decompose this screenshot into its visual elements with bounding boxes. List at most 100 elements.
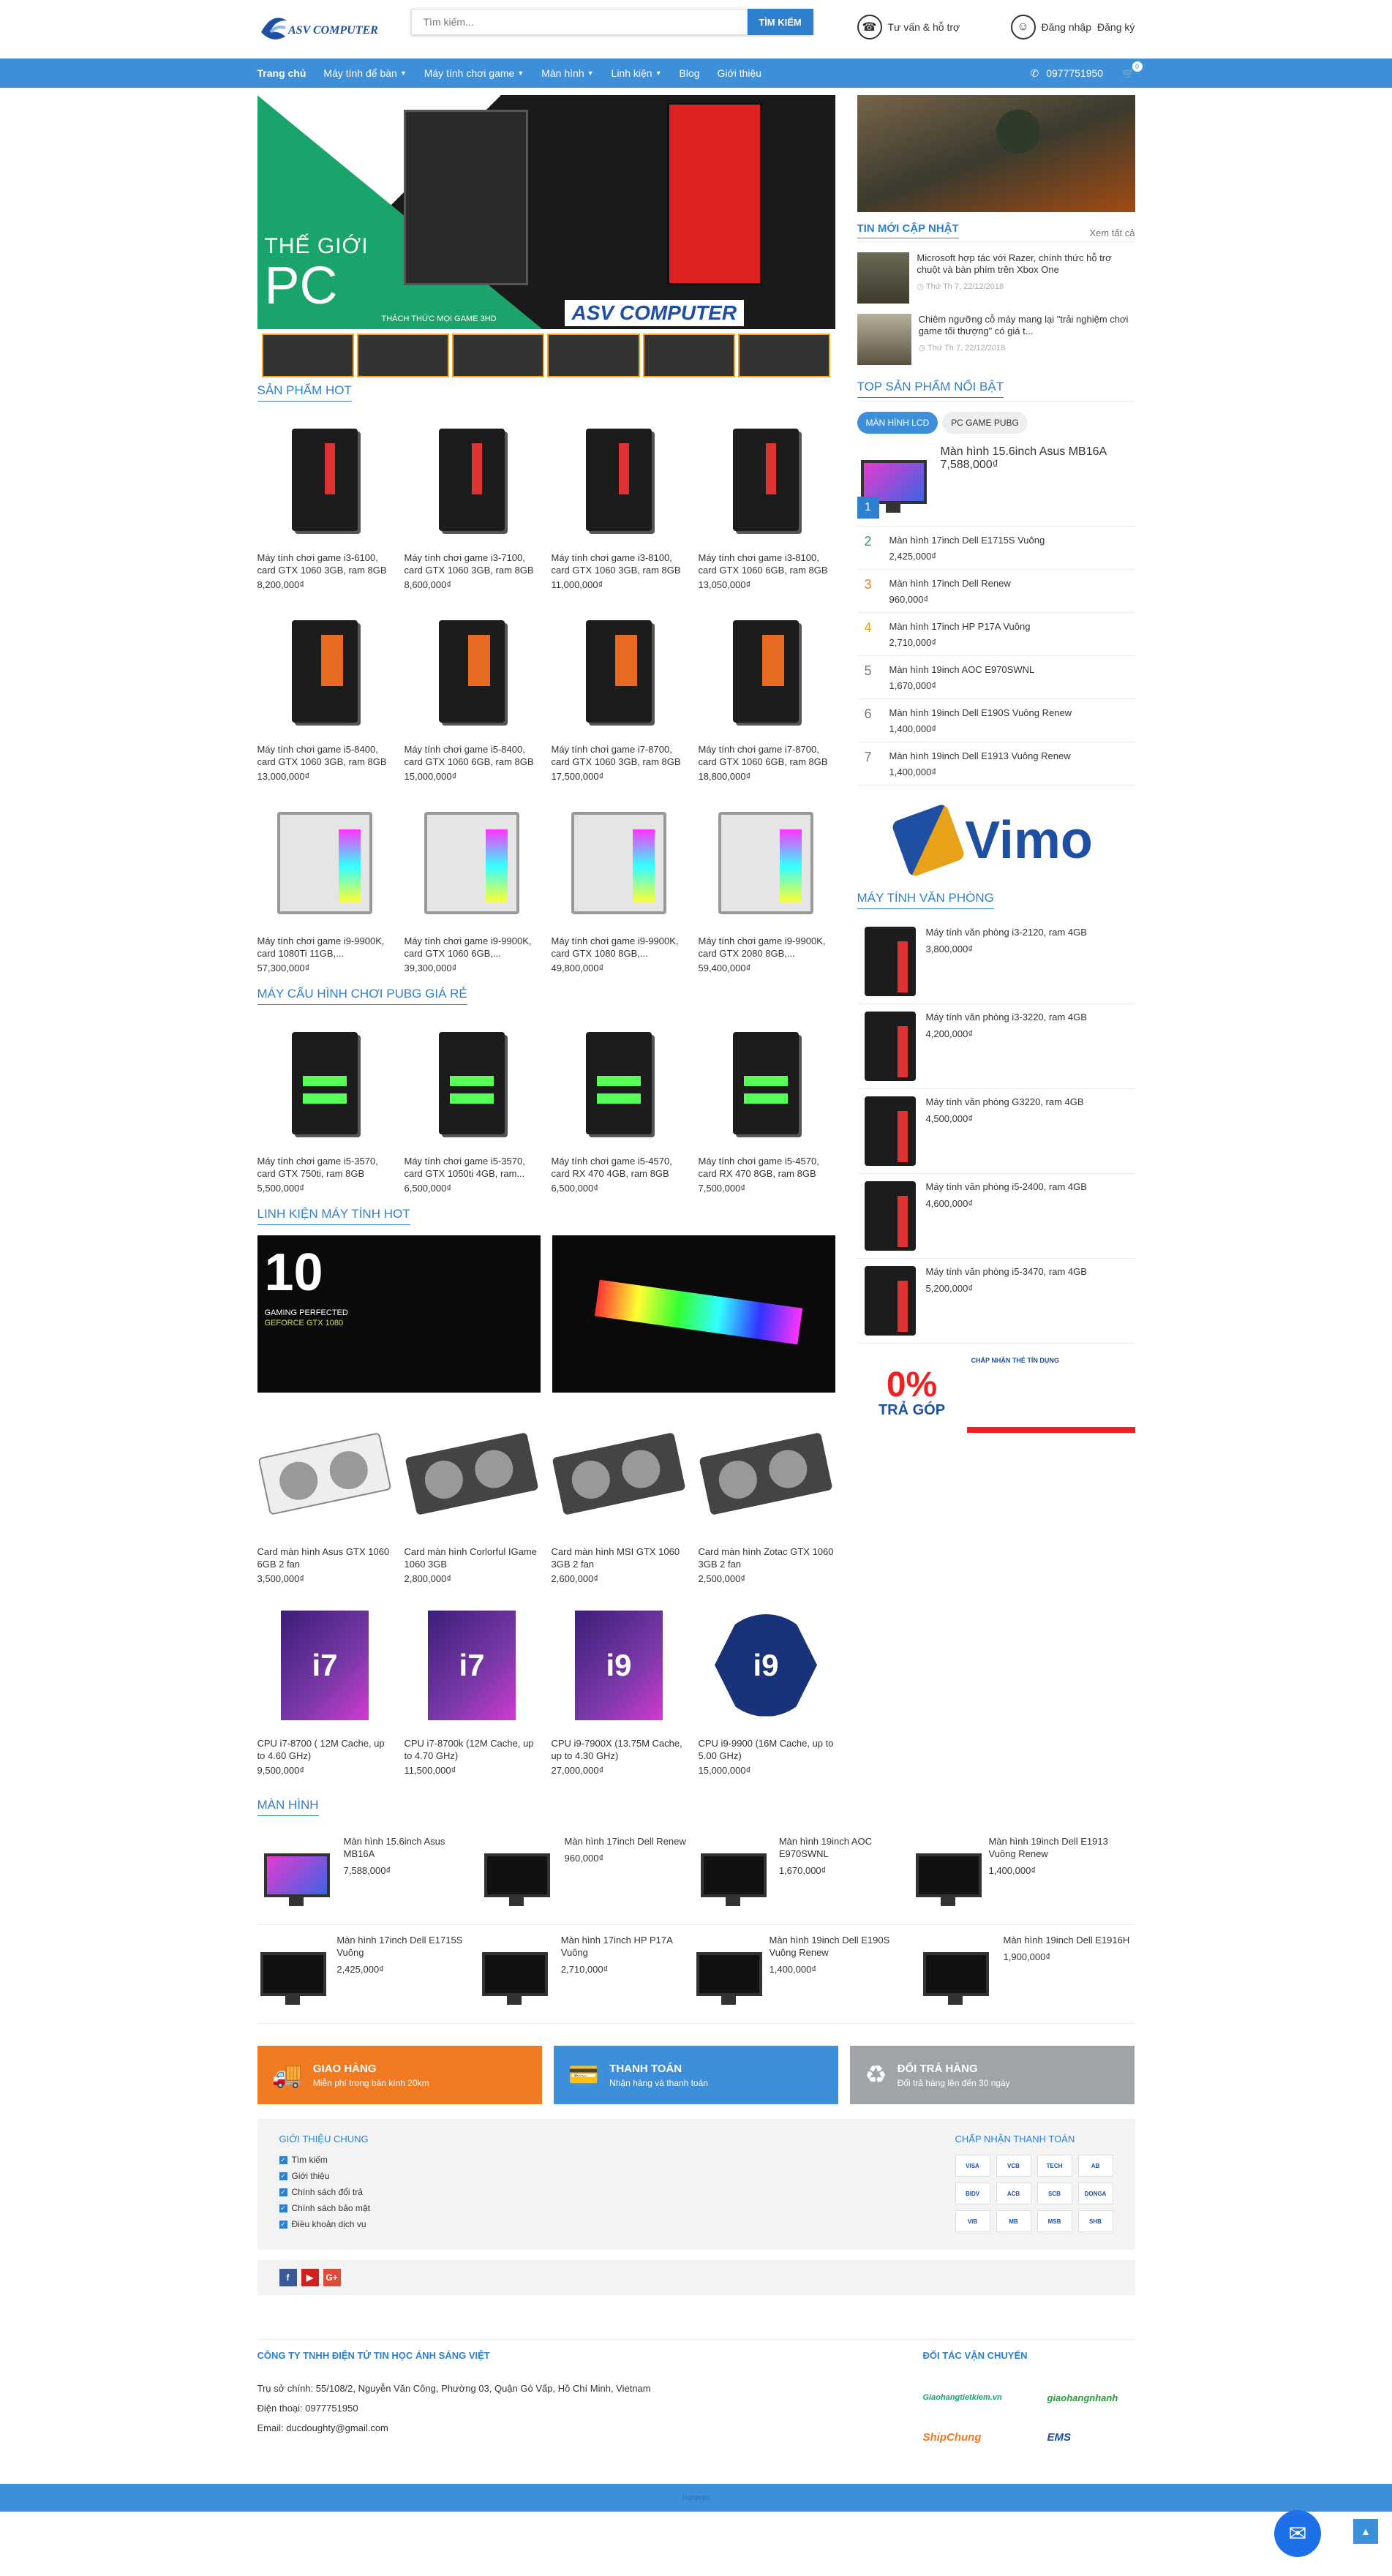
- product-image[interactable]: [699, 1406, 834, 1541]
- product-card[interactable]: i7 CPU i7-8700k (12M Cache, up to 4.70 GH…: [405, 1597, 540, 1776]
- nav-desktop[interactable]: Máy tính để bàn ▼: [323, 67, 406, 79]
- section-title-pubg[interactable]: MÁY CẤU HÌNH CHƠI PUBG GIÁ RẺ: [257, 987, 467, 1005]
- product-image[interactable]: [699, 795, 834, 930]
- tab-pubg[interactable]: PC GAME PUBG: [942, 412, 1028, 434]
- monitor-card[interactable]: Màn hình 17inch HP P17A Vuông 2,710,000₫: [476, 1925, 696, 2024]
- top-product-item[interactable]: 2 Màn hình 17inch Dell E1715S Vuông 2,425,…: [857, 527, 1135, 570]
- product-card[interactable]: i9 CPU i9-9900 (16M Cache, up to 5.00 GHz…: [699, 1597, 834, 1776]
- news-item[interactable]: Chiêm ngưỡng cỗ máy mang lại "trải nghiệ…: [857, 314, 1135, 365]
- tab-lcd[interactable]: MÀN HÌNH LCD: [857, 412, 938, 434]
- monitor-image[interactable]: [477, 1835, 557, 1916]
- monitor-card[interactable]: Màn hình 19inch Dell E1916H 1,900,000₫: [915, 1925, 1135, 2024]
- product-card[interactable]: Máy tính chơi game i5-8400, card GTX 106…: [257, 603, 393, 782]
- sidebar-feature-image[interactable]: [857, 95, 1135, 212]
- installment-banner[interactable]: 0% TRẢ GÓP CHẤP NHẬN THẺ TÍN DỤNG: [857, 1352, 1135, 1433]
- product-card[interactable]: i9 CPU i9-7900X (13.75M Cache, up to 4.30…: [552, 1597, 687, 1776]
- footer-link[interactable]: ✓ Điều khoản dịch vụ: [279, 2219, 370, 2229]
- product-card[interactable]: Card màn hình Asus GTX 1060 6GB 2 fan 3,5…: [257, 1406, 393, 1584]
- shipping-logo-ems[interactable]: EMS: [1047, 2422, 1128, 2452]
- product-card[interactable]: Máy tính chơi game i3-7100, card GTX 106…: [405, 412, 540, 590]
- facebook-icon[interactable]: f: [279, 2269, 297, 2286]
- office-product-item[interactable]: Máy tính văn phòng i3-3220, ram 4GB 4,200…: [857, 1004, 1135, 1089]
- google-plus-icon[interactable]: G+: [323, 2269, 341, 2286]
- product-card[interactable]: Máy tính chơi game i9-9900K, card GTX 10…: [405, 795, 540, 973]
- news-view-all-link[interactable]: Xem tất cả: [1089, 227, 1135, 238]
- product-card[interactable]: Máy tính chơi game i9-9900K, card GTX 20…: [699, 795, 834, 973]
- product-image[interactable]: i9: [552, 1597, 687, 1733]
- search-input[interactable]: [410, 9, 748, 35]
- product-image[interactable]: [699, 603, 834, 739]
- product-image[interactable]: [257, 1015, 393, 1150]
- office-title[interactable]: MÁY TÍNH VĂN PHÒNG: [857, 891, 994, 909]
- service-delivery[interactable]: 🚚 GIAO HÀNG Miễn phí trong bán kính 20km: [257, 2046, 542, 2104]
- shipping-logo-ghn[interactable]: giaohangnhanh: [1047, 2383, 1128, 2412]
- footer-link[interactable]: ✓ Chính sách bảo mật: [279, 2203, 370, 2213]
- vimo-banner[interactable]: Vimo: [857, 800, 1135, 881]
- monitor-card[interactable]: Màn hình 19inch AOC E970SWNL 1,670,000₫: [696, 1826, 916, 1925]
- login-link[interactable]: Đăng nhập: [1042, 21, 1092, 33]
- product-image[interactable]: [552, 412, 687, 547]
- product-image[interactable]: [257, 1406, 393, 1541]
- product-card[interactable]: Máy tính chơi game i5-8400, card GTX 106…: [405, 603, 540, 782]
- office-product-item[interactable]: Máy tính văn phòng G3220, ram 4GB 4,500,0…: [857, 1089, 1135, 1174]
- nav-monitors[interactable]: Màn hình ▼: [541, 67, 593, 79]
- product-card[interactable]: Card màn hình Corlorful IGame 1060 3GB 2,…: [405, 1406, 540, 1584]
- product-card[interactable]: Máy tính chơi game i9-9900K, card 1080Ti…: [257, 795, 393, 973]
- monitor-card[interactable]: Màn hình 17inch Dell E1715S Vuông 2,425,0…: [257, 1925, 477, 2024]
- product-card[interactable]: i7 CPU i7-8700 ( 12M Cache, up to 4.60 GH…: [257, 1597, 393, 1776]
- top-product-item[interactable]: 4 Màn hình 17inch HP P17A Vuông 2,710,000₫: [857, 613, 1135, 656]
- product-image[interactable]: [552, 603, 687, 739]
- top-product-item[interactable]: 6 Màn hình 19inch Dell E190S Vuông Renew 1…: [857, 699, 1135, 742]
- top-product-item[interactable]: 5 Màn hình 19inch AOC E970SWNL 1,670,000₫: [857, 656, 1135, 699]
- office-product-item[interactable]: Máy tính văn phòng i5-2400, ram 4GB 4,600…: [857, 1174, 1135, 1259]
- product-image[interactable]: [552, 1015, 687, 1150]
- support-link[interactable]: ☎ Tư vấn & hỗ trợ: [857, 15, 960, 39]
- product-card[interactable]: Máy tính chơi game i3-8100, card GTX 106…: [699, 412, 834, 590]
- product-image[interactable]: [257, 412, 393, 547]
- ram-banner[interactable]: [552, 1235, 835, 1393]
- product-image[interactable]: [552, 795, 687, 930]
- monitor-image[interactable]: [916, 1934, 996, 2014]
- product-card[interactable]: Máy tính chơi game i7-8700, card GTX 106…: [699, 603, 834, 782]
- footer-link[interactable]: ✓ Giới thiệu: [279, 2171, 370, 2181]
- nav-about[interactable]: Giới thiệu: [718, 67, 762, 79]
- shipping-logo-shipchung[interactable]: ShipChung: [923, 2422, 1033, 2452]
- top-product-item[interactable]: 7 Màn hình 19inch Dell E1913 Vuông Renew 1…: [857, 742, 1135, 786]
- monitor-card[interactable]: Màn hình 17inch Dell Renew 960,000₫: [476, 1826, 696, 1925]
- office-product-item[interactable]: Máy tính văn phòng i3-2120, ram 4GB 3,800…: [857, 919, 1135, 1004]
- product-image[interactable]: i9: [699, 1597, 834, 1733]
- nav-gaming[interactable]: Máy tính chơi game ▼: [424, 67, 524, 79]
- office-product-item[interactable]: Máy tính văn phòng i5-3470, ram 4GB 5,200…: [857, 1259, 1135, 1344]
- hero-banner[interactable]: THẾ GIỚI PC THÁCH THỨC MỌI GAME 3HD ASV …: [257, 95, 835, 382]
- product-image[interactable]: [699, 1015, 834, 1150]
- gtx1080-banner[interactable]: 10 GAMING PERFECTED GEFORCE GTX 1080: [257, 1235, 541, 1393]
- product-card[interactable]: Máy tính chơi game i5-3570, card GTX 105…: [405, 1015, 540, 1194]
- phone-number[interactable]: 0977751950: [1046, 67, 1103, 79]
- news-item[interactable]: Microsoft hợp tác với Razer, chính thức …: [857, 252, 1135, 304]
- product-card[interactable]: Card màn hình MSI GTX 1060 3GB 2 fan 2,60…: [552, 1406, 687, 1584]
- monitor-card[interactable]: Màn hình 19inch Dell E1913 Vuông Renew 1,…: [915, 1826, 1135, 1925]
- product-card[interactable]: Card màn hình Zotac GTX 1060 3GB 2 fan 2,…: [699, 1406, 834, 1584]
- product-card[interactable]: Máy tính chơi game i9-9900K, card GTX 10…: [552, 795, 687, 973]
- monitor-image[interactable]: [915, 1835, 982, 1916]
- nav-parts[interactable]: Linh kiện ▼: [612, 67, 662, 79]
- site-logo[interactable]: ASV COMPUTER: [257, 10, 378, 45]
- service-payment[interactable]: 💳 THANH TOÁN Nhận hàng và thanh toán: [553, 2046, 839, 2104]
- product-image[interactable]: [405, 412, 540, 547]
- monitor-image[interactable]: [477, 1934, 554, 2014]
- product-card[interactable]: Máy tính chơi game i5-3570, card GTX 750…: [257, 1015, 393, 1194]
- search-button[interactable]: TÌM KIẾM: [747, 9, 813, 35]
- monitor-image[interactable]: [696, 1835, 772, 1916]
- product-card[interactable]: Máy tính chơi game i5-4570, card RX 470 …: [699, 1015, 834, 1194]
- product-image[interactable]: [405, 603, 540, 739]
- monitor-card[interactable]: Màn hình 19inch Dell E190S Vuông Renew 1,…: [696, 1925, 916, 2024]
- product-image[interactable]: [257, 795, 393, 930]
- cart-button[interactable]: 🛒 0: [1122, 61, 1143, 80]
- product-card[interactable]: Máy tính chơi game i3-8100, card GTX 106…: [552, 412, 687, 590]
- product-image[interactable]: [405, 795, 540, 930]
- top-product-item[interactable]: 3 Màn hình 17inch Dell Renew 960,000₫: [857, 570, 1135, 613]
- section-title-parts[interactable]: LINH KIỆN MÁY TÍNH HOT: [257, 1207, 410, 1225]
- nav-home[interactable]: Trang chủ: [257, 67, 306, 79]
- back-to-top-button[interactable]: ▲: [1353, 2519, 1378, 2544]
- product-card[interactable]: Máy tính chơi game i3-6100, card GTX 106…: [257, 412, 393, 590]
